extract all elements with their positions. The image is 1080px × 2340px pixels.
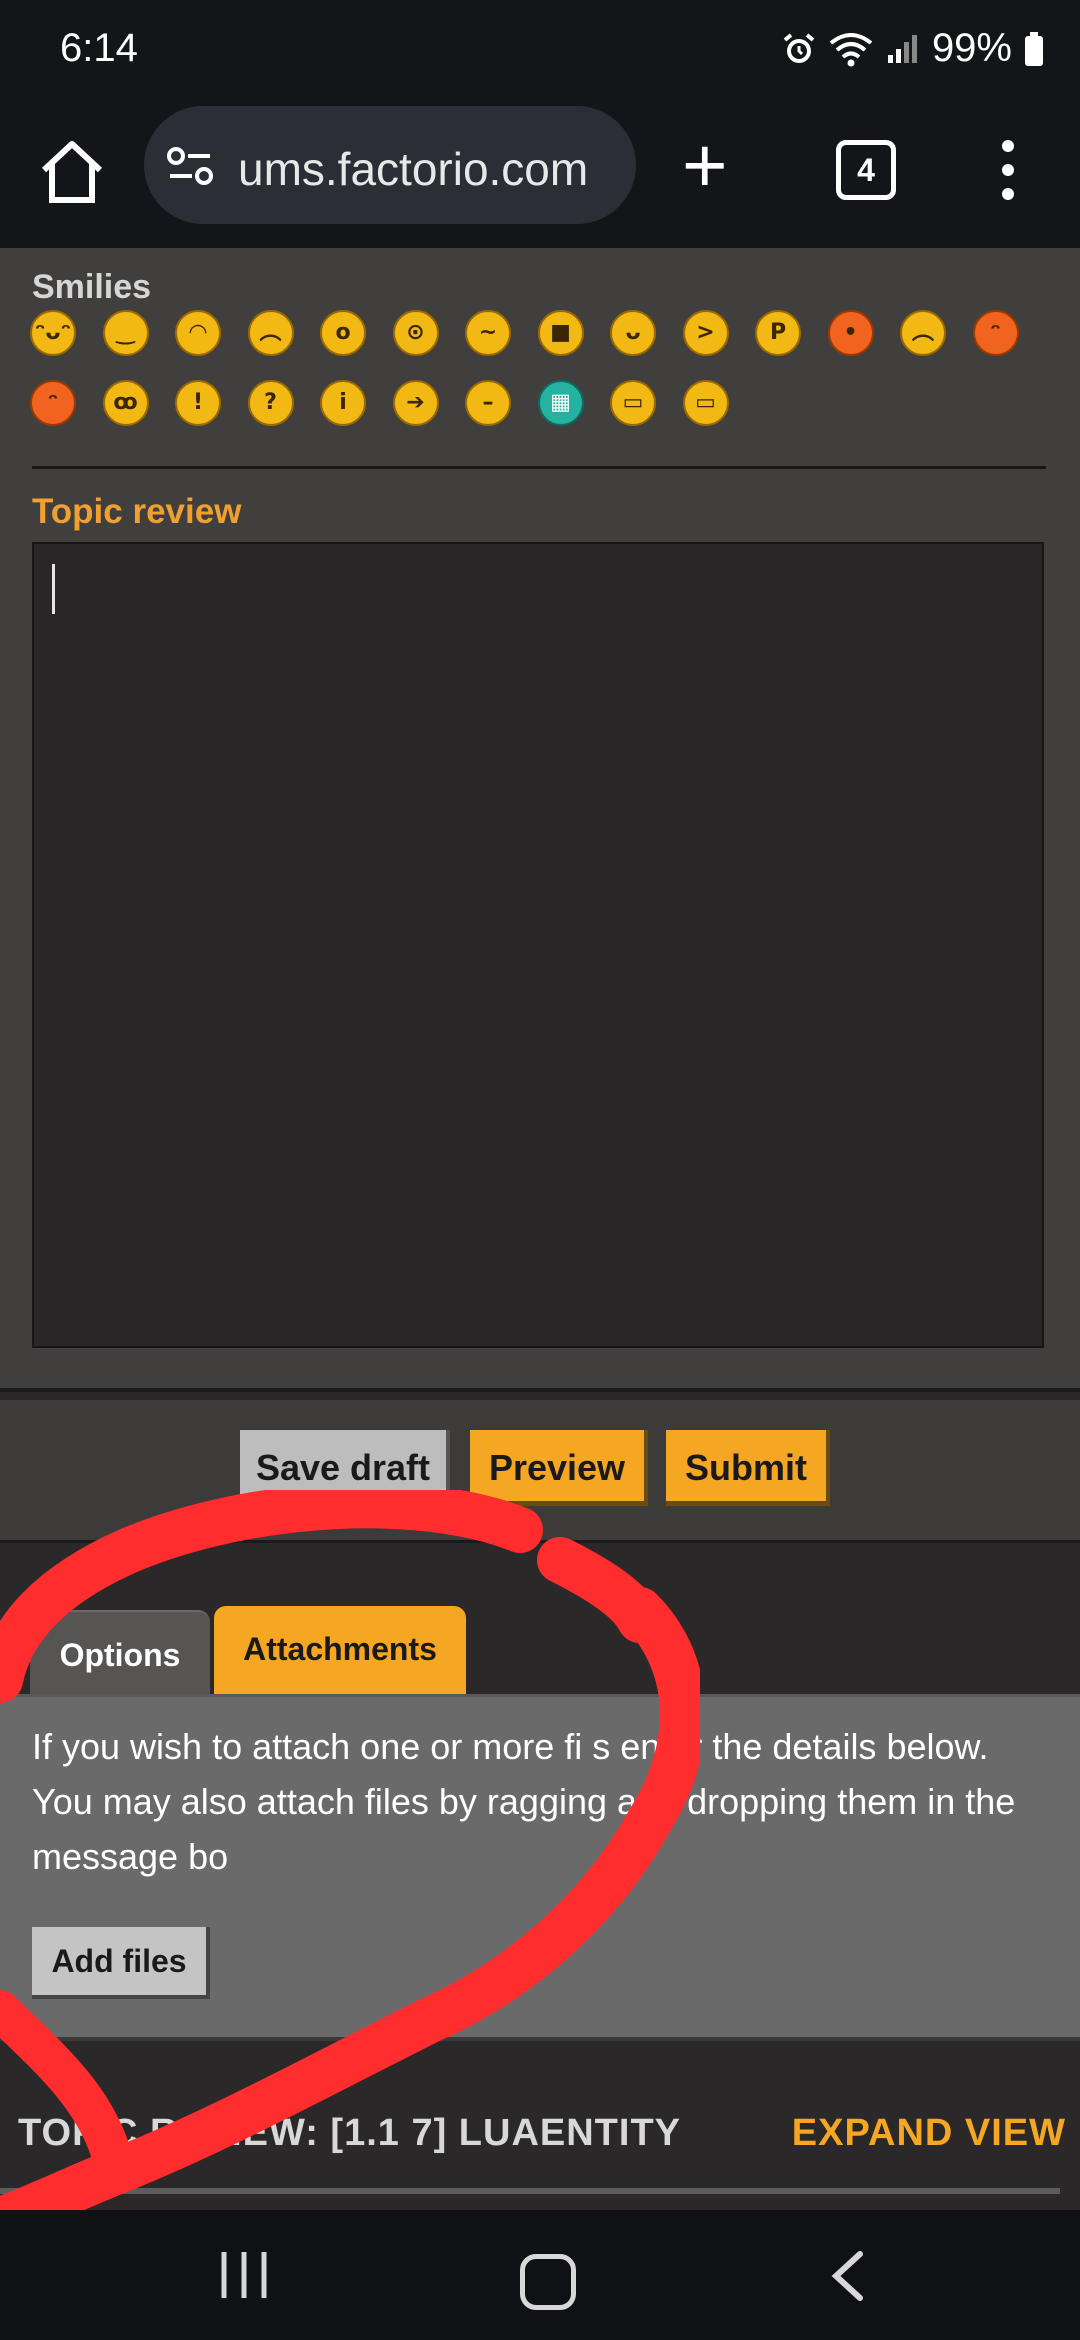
smiley-icon[interactable]: ▦ (537, 380, 584, 426)
submit-button[interactable]: Submit (666, 1430, 830, 1506)
smiley-icon[interactable]: ? (247, 380, 294, 426)
smiley-icon[interactable]: ᵔ (30, 380, 76, 426)
system-nav-bar (0, 2210, 1080, 2340)
smiley-icon[interactable]: ꝏ (102, 380, 149, 426)
battery-percent: 99% (931, 26, 1012, 70)
status-icons: 99% (782, 26, 1044, 71)
signal-icon (887, 34, 917, 63)
page-content: Smilies ᵔᴗᵔ ‿ ◠ ︵ o ⊙ ~ ■ ᴗ > P • ︵ ᵔ ᵔ ꝏ!? i ➔ – ▦ ▭ ▭ Topic… (0, 248, 1080, 2228)
preview-button[interactable]: Preview (470, 1430, 648, 1506)
smiley-icon[interactable]: ᵔᴗᵔ (30, 310, 76, 356)
url-bar[interactable]: ums.factorio.com (144, 106, 636, 224)
new-tab-icon[interactable]: + (682, 126, 728, 204)
save-draft-button[interactable]: Save draft (240, 1430, 450, 1506)
status-bar: 6:14 99% (0, 0, 1080, 100)
message-textarea[interactable] (32, 542, 1044, 1348)
smiley-icon[interactable]: o (320, 310, 366, 356)
status-time: 6:14 (60, 26, 138, 70)
menu-icon[interactable] (1000, 140, 1016, 212)
wifi-icon (829, 32, 873, 66)
battery-icon (1025, 31, 1043, 66)
smiley-icon[interactable]: • (827, 310, 874, 356)
url-text[interactable]: ums.factorio.com (238, 142, 628, 196)
smiley-icon[interactable]: ➔ (392, 380, 439, 426)
review-divider (0, 2188, 1060, 2194)
smiley-icon[interactable]: ! (175, 380, 221, 426)
divider (32, 466, 1046, 469)
browser-toolbar: ums.factorio.com + 4 (0, 100, 1080, 248)
smiley-icon[interactable]: ‿ (102, 310, 149, 356)
smiley-icon[interactable]: ▭ (610, 380, 656, 426)
attachments-help-text: If you wish to attach one or more fi s e… (32, 1726, 1016, 1877)
topic-review-title: TOPIC REVIEW: [1.1 7] LUAENTITY (18, 2112, 682, 2154)
smiley-icon[interactable]: ■ (537, 310, 584, 356)
options-attachments: Options Attachments If you wish to attac… (0, 1548, 1080, 2228)
text-caret (52, 564, 55, 614)
post-editor: Smilies ᵔᴗᵔ ‿ ◠ ︵ o ⊙ ~ ■ ᴗ > P • ︵ ᵔ ᵔ ꝏ!? i ➔ – ▦ ▭ ▭ Topic… (0, 248, 1080, 1392)
tab-options[interactable]: Options (30, 1610, 210, 1696)
alarm-icon (783, 32, 815, 63)
smiley-icon[interactable]: ᴗ (610, 310, 656, 356)
smilies-label: Smilies (32, 268, 152, 306)
recents-icon[interactable] (218, 2248, 270, 2302)
add-files-button[interactable]: Add files (32, 1927, 210, 1999)
tab-switcher-icon[interactable]: 4 (836, 140, 896, 200)
tab-attachments[interactable]: Attachments (214, 1606, 466, 1698)
back-icon[interactable] (828, 2250, 868, 2302)
expand-view-link[interactable]: EXPAND VIEW (792, 2112, 1066, 2155)
action-buttons: Save draft Preview Submit (0, 1400, 1080, 1543)
home-icon[interactable] (38, 138, 106, 206)
smiley-icon[interactable]: ︵ (247, 310, 294, 356)
smiley-icon[interactable]: ~ (465, 310, 511, 356)
smiley-icon[interactable]: > (682, 310, 729, 356)
site-settings-icon[interactable] (166, 144, 214, 188)
home-circle-icon[interactable] (520, 2254, 576, 2310)
smiley-icon[interactable]: i (320, 380, 366, 426)
smiley-icon[interactable]: – (465, 380, 511, 426)
attachments-panel: If you wish to attach one or more fi s e… (0, 1694, 1080, 2041)
smiley-icon[interactable]: ︵ (900, 310, 946, 356)
smiley-icon[interactable]: ᵔ (972, 310, 1019, 356)
smiley-icon[interactable]: ◠ (175, 310, 221, 356)
smiley-icon[interactable]: ⊙ (392, 310, 439, 356)
topic-review-label: Topic review (32, 492, 242, 531)
smiley-icon[interactable]: ▭ (682, 380, 729, 426)
smiley-icon[interactable]: P (755, 310, 801, 356)
